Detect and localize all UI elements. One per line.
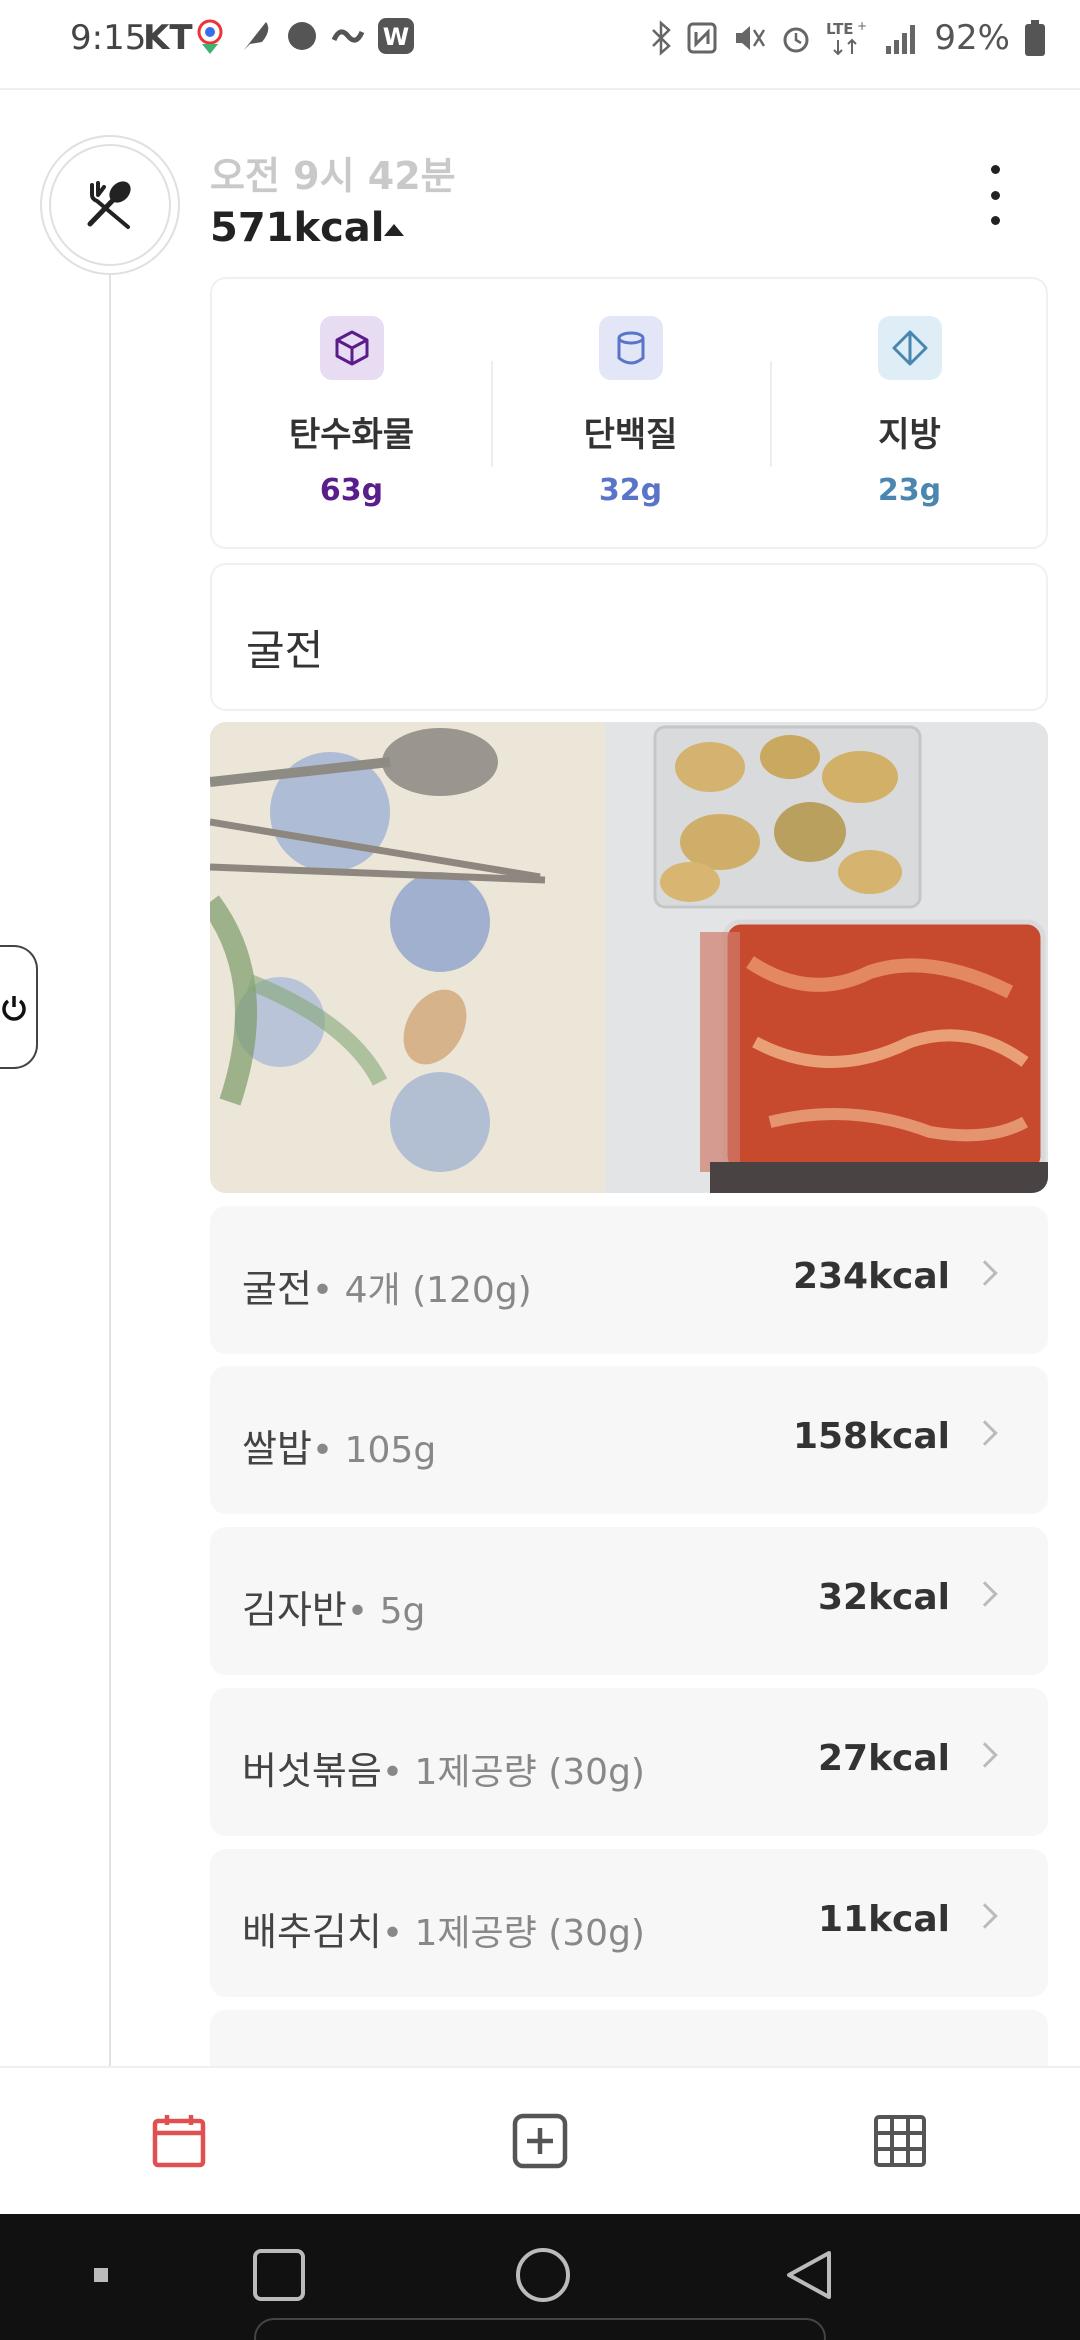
fork-spoon-icon xyxy=(87,181,131,229)
meal-time: 오전 9시 42분 xyxy=(210,154,456,198)
power-icon xyxy=(2,996,26,1021)
bottom-nav xyxy=(0,2066,1080,2214)
food-portion: • 1제공량 (30g) xyxy=(381,1913,645,1954)
status-indicators: LTE + 92% xyxy=(650,16,1046,60)
more-options-button[interactable] xyxy=(975,165,1015,225)
battery-icon xyxy=(1025,20,1045,56)
edge-panel-handle[interactable] xyxy=(0,945,38,1069)
food-portion: • 4개 (120g) xyxy=(311,1270,532,1311)
meal-title-card[interactable]: 굴전 xyxy=(210,563,1048,711)
meal-type-icon[interactable] xyxy=(40,135,180,275)
chevron-right-icon xyxy=(972,1260,998,1286)
lte-icon: LTE + xyxy=(826,19,867,56)
food-name: 굴전 xyxy=(242,1267,312,1311)
chat-bubble-icon xyxy=(288,22,316,50)
food-kcal: 32kcal xyxy=(817,1577,950,1618)
food-kcal: 158kcal xyxy=(792,1416,950,1457)
add-square-icon[interactable] xyxy=(507,2108,573,2174)
battery-percent: 92% xyxy=(934,18,1010,58)
grid-icon[interactable] xyxy=(867,2108,933,2174)
food-kcal: 11kcal xyxy=(817,1899,950,1940)
food-kcal: 234kcal xyxy=(792,1256,950,1297)
macro-label: 지방 xyxy=(878,415,941,455)
food-name: 버섯볶음 xyxy=(242,1749,382,1793)
chevron-right-icon xyxy=(972,1581,998,1607)
svg-text:+: + xyxy=(857,19,867,33)
food-portion: • 1제공량 (30g) xyxy=(381,1752,645,1793)
caret-up-icon[interactable] xyxy=(384,224,404,236)
macro-value: 23g xyxy=(877,473,942,508)
chevron-right-icon xyxy=(972,1420,998,1446)
food-name: 쌀밥 xyxy=(242,1427,312,1471)
macro-summary-card: 탄수화물 63g 단백질 32g 지방 23g xyxy=(210,277,1048,549)
link-icon xyxy=(331,29,365,43)
map-pin-icon xyxy=(197,19,223,54)
food-item-row[interactable]: 김자반• 5g 32kcal xyxy=(210,1527,1048,1675)
food-name: 김자반 xyxy=(242,1588,347,1632)
feather-icon xyxy=(244,22,269,50)
diamond-icon xyxy=(878,316,942,380)
food-item-row[interactable]: 쌀밥• 105g 158kcal xyxy=(210,1366,1048,1514)
svg-text:W: W xyxy=(383,23,409,51)
meal-total-kcal[interactable]: 571kcal xyxy=(210,205,385,251)
mute-icon xyxy=(736,26,766,50)
macro-protein: 단백질 32g xyxy=(491,279,770,551)
meal-photo[interactable] xyxy=(210,722,1048,1193)
macro-fat: 지방 23g xyxy=(770,279,1049,551)
timeline-line xyxy=(109,268,111,2068)
gesture-handle[interactable] xyxy=(254,2318,826,2340)
food-kcal: 27kcal xyxy=(817,1738,950,1779)
recents-icon[interactable] xyxy=(246,2242,312,2308)
macro-label: 단백질 xyxy=(583,415,678,455)
chevron-right-icon xyxy=(972,1903,998,1929)
chevron-right-icon xyxy=(972,1742,998,1768)
food-portion: • 5g xyxy=(346,1591,426,1632)
macro-carbs: 탄수화물 63g xyxy=(212,279,491,551)
status-bar: 9:15 KT W LTE + 92% xyxy=(0,0,1080,90)
home-icon[interactable] xyxy=(510,2242,576,2308)
bluetooth-icon xyxy=(652,20,672,56)
calendar-icon[interactable] xyxy=(146,2108,212,2174)
macro-value: 32g xyxy=(598,473,663,508)
meal-title: 굴전 xyxy=(246,626,324,675)
status-time: 9:15 xyxy=(70,18,147,58)
w-app-icon: W xyxy=(378,18,414,54)
alarm-icon xyxy=(783,27,809,53)
signal-icon xyxy=(886,25,916,54)
macro-value: 63g xyxy=(319,473,384,508)
status-carrier: KT xyxy=(143,18,193,58)
cube-icon xyxy=(320,316,384,380)
dot-icon[interactable] xyxy=(68,2242,134,2308)
svg-text:LTE: LTE xyxy=(826,20,854,38)
nfc-icon xyxy=(687,22,717,54)
food-portion: • 105g xyxy=(311,1430,437,1471)
food-item-row[interactable]: 배추김치• 1제공량 (30g) 11kcal xyxy=(210,1849,1048,1997)
food-name: 배추김치 xyxy=(242,1910,382,1954)
macro-label: 탄수화물 xyxy=(288,415,415,455)
back-icon[interactable] xyxy=(776,2242,842,2308)
food-item-row[interactable]: 버섯볶음• 1제공량 (30g) 27kcal xyxy=(210,1688,1048,1836)
cylinder-icon xyxy=(599,316,663,380)
food-item-row[interactable]: 굴전• 4개 (120g) 234kcal xyxy=(210,1206,1048,1354)
